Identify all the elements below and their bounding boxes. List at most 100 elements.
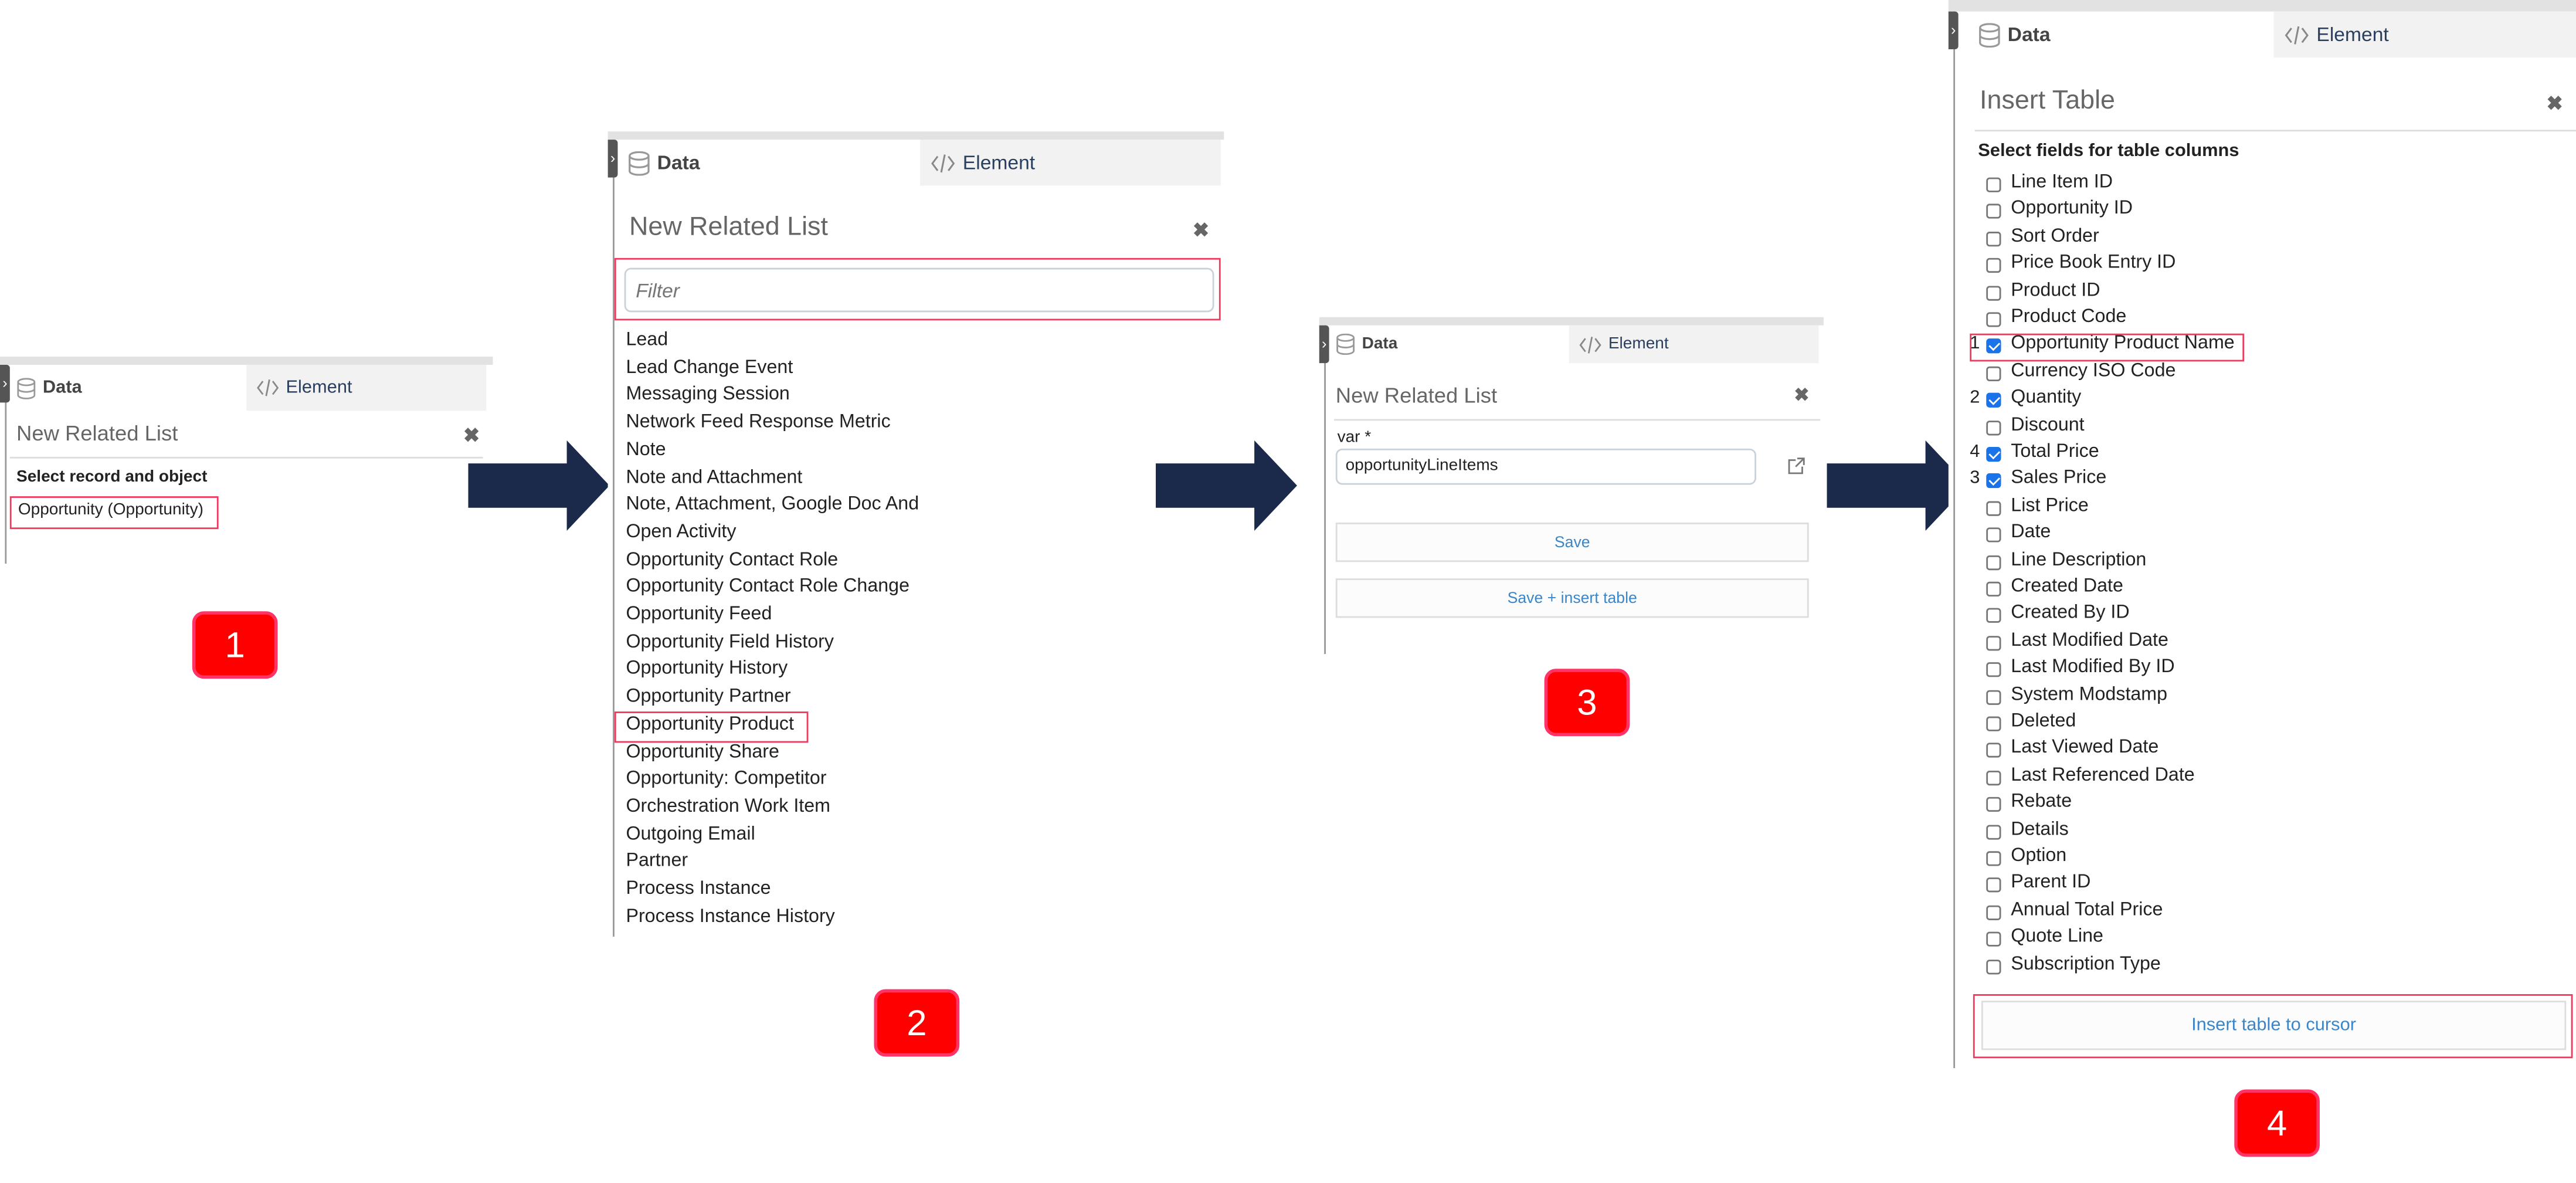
field-checkbox[interactable] <box>1986 770 2001 785</box>
tab-data[interactable]: Data <box>615 140 924 185</box>
panel-border <box>1324 325 1326 655</box>
field-checkbox[interactable] <box>1986 878 2001 893</box>
field-checkbox[interactable] <box>1986 959 2001 974</box>
arrow-right-icon <box>1827 440 1969 531</box>
field-checkbox[interactable] <box>1986 473 2001 489</box>
field-row[interactable]: Line Description <box>1949 548 2573 575</box>
list-item[interactable]: Note and Attachment <box>626 467 802 487</box>
save-insert-table-button[interactable]: Save + insert table <box>1335 578 1809 618</box>
field-row[interactable]: Rebate <box>1949 791 2573 817</box>
list-item[interactable]: Messaging Session <box>626 385 789 405</box>
field-checkbox[interactable] <box>1986 285 2001 300</box>
field-row[interactable]: Last Viewed Date <box>1949 737 2573 763</box>
field-row[interactable]: Created Date <box>1949 575 2573 602</box>
tab-element[interactable]: Element <box>246 364 487 411</box>
field-row[interactable]: Last Modified By ID <box>1949 656 2573 682</box>
close-icon[interactable]: ✖ <box>2547 92 2563 115</box>
list-item[interactable]: Opportunity Contact Role Change <box>626 577 909 597</box>
tab-element[interactable]: Element <box>2273 11 2576 58</box>
field-row[interactable]: Annual Total Price <box>1949 899 2573 925</box>
field-checkbox[interactable] <box>1986 393 2001 408</box>
save-button[interactable]: Save <box>1335 522 1809 562</box>
list-item[interactable]: Orchestration Work Item <box>626 797 830 817</box>
close-icon[interactable]: ✖ <box>1193 219 1209 242</box>
field-row[interactable]: Last Referenced Date <box>1949 764 2573 790</box>
field-checkbox[interactable] <box>1986 824 2001 839</box>
field-checkbox[interactable] <box>1986 500 2001 516</box>
record-option[interactable]: Opportunity (Opportunity) <box>18 501 203 520</box>
list-item[interactable]: Opportunity Field History <box>626 632 834 652</box>
list-item[interactable]: Outgoing Email <box>626 824 755 844</box>
external-link-icon[interactable] <box>1787 457 1805 475</box>
field-row[interactable]: Product ID <box>1949 279 2573 305</box>
list-item[interactable]: Opportunity Partner <box>626 687 790 707</box>
field-checkbox[interactable] <box>1986 743 2001 758</box>
field-row[interactable]: Deleted <box>1949 710 2573 736</box>
list-item[interactable]: Opportunity Feed <box>626 605 772 625</box>
field-row[interactable]: Details <box>1949 818 2573 844</box>
field-row[interactable]: List Price <box>1949 494 2573 521</box>
tab-data[interactable]: Data <box>1322 326 1574 363</box>
field-row[interactable]: Quote Line <box>1949 926 2573 952</box>
field-row[interactable]: 4 Total Price <box>1949 440 2573 467</box>
field-row[interactable]: Subscription Type <box>1949 952 2573 979</box>
list-item[interactable]: Opportunity History <box>626 660 788 680</box>
field-checkbox[interactable] <box>1986 716 2001 731</box>
field-row[interactable]: Price Book Entry ID <box>1949 252 2573 278</box>
field-row[interactable]: Created By ID <box>1949 602 2573 629</box>
list-item[interactable]: Open Activity <box>626 523 736 543</box>
list-item[interactable]: Lead <box>626 330 668 350</box>
var-input[interactable]: opportunityLineItems <box>1335 448 1757 485</box>
field-checkbox[interactable] <box>1986 932 2001 947</box>
field-row[interactable]: Sort Order <box>1949 225 2573 251</box>
field-checkbox[interactable] <box>1986 258 2001 273</box>
list-item[interactable]: Opportunity: Competitor <box>626 770 826 789</box>
close-icon[interactable]: ✖ <box>1794 385 1809 406</box>
field-checkbox[interactable] <box>1986 635 2001 650</box>
list-item[interactable]: Note <box>626 440 666 460</box>
field-row[interactable]: Discount <box>1949 413 2573 440</box>
filter-input[interactable] <box>624 267 1214 313</box>
field-checkbox[interactable] <box>1986 204 2001 219</box>
expand-toggle[interactable]: › <box>1948 11 1959 50</box>
field-checkbox[interactable] <box>1986 420 2001 435</box>
tab-data[interactable]: Data <box>1965 12 2274 57</box>
list-item[interactable]: Partner <box>626 852 688 872</box>
field-checkbox[interactable] <box>1986 231 2001 246</box>
field-row[interactable]: System Modstamp <box>1949 683 2573 709</box>
list-item[interactable]: Network Feed Response Metric <box>626 412 890 432</box>
field-checkbox[interactable] <box>1986 689 2001 704</box>
field-checkbox[interactable] <box>1986 905 2001 920</box>
field-checkbox[interactable] <box>1986 608 2001 623</box>
list-item[interactable]: Note, Attachment, Google Doc And <box>626 495 919 515</box>
field-row[interactable]: Last Modified Date <box>1949 629 2573 655</box>
field-checkbox[interactable] <box>1986 447 2001 462</box>
insert-table-to-cursor-button[interactable]: Insert table to cursor <box>1981 1001 2567 1050</box>
field-checkbox[interactable] <box>1986 554 2001 570</box>
field-checkbox[interactable] <box>1986 662 2001 677</box>
field-checkbox[interactable] <box>1986 366 2001 381</box>
field-row[interactable]: Option <box>1949 845 2573 871</box>
tab-element[interactable]: Element <box>1569 325 1819 364</box>
list-item[interactable]: Opportunity Contact Role <box>626 550 838 570</box>
list-item[interactable]: Lead Change Event <box>626 358 793 378</box>
field-row[interactable]: 3 Sales Price <box>1949 467 2573 494</box>
field-checkbox[interactable] <box>1986 581 2001 597</box>
field-row[interactable]: Product Code <box>1949 306 2573 332</box>
field-row[interactable]: Date <box>1949 521 2573 548</box>
list-item[interactable]: Process Instance <box>626 879 771 899</box>
field-row[interactable]: Line Item ID <box>1949 171 2573 197</box>
field-checkbox[interactable] <box>1986 312 2001 327</box>
field-checkbox[interactable] <box>1986 177 2001 192</box>
field-row[interactable]: 2 Quantity <box>1949 387 2573 413</box>
field-row[interactable]: Currency ISO Code <box>1949 360 2573 386</box>
field-row[interactable]: Parent ID <box>1949 872 2573 898</box>
field-checkbox[interactable] <box>1986 527 2001 543</box>
list-item[interactable]: Process Instance History <box>626 907 834 927</box>
field-checkbox[interactable] <box>1986 797 2001 812</box>
tab-data[interactable]: Data <box>4 365 247 411</box>
field-checkbox[interactable] <box>1986 851 2001 866</box>
field-row[interactable]: Opportunity ID <box>1949 198 2573 224</box>
list-item[interactable]: Opportunity Share <box>626 742 779 762</box>
tab-element[interactable]: Element <box>919 140 1221 186</box>
